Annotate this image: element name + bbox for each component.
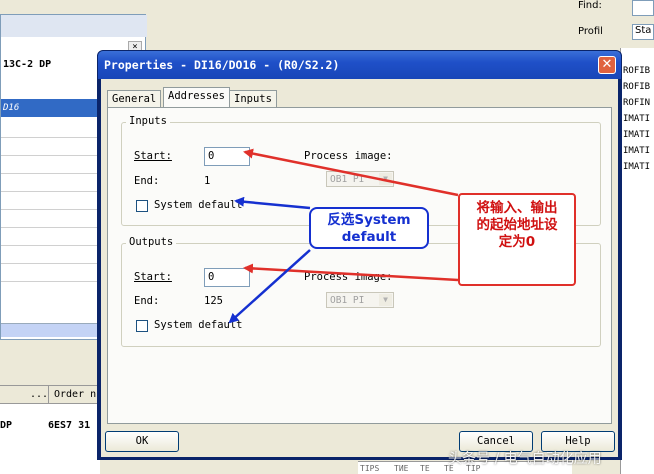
catalog-list: ROFIB ROFIB ROFIN IMATI IMATI IMATI IMAT… — [620, 48, 654, 474]
rack-table — [1, 119, 99, 319]
outputs-end-label: End: — [134, 295, 160, 307]
column-header[interactable]: Order n — [54, 389, 96, 400]
find-input[interactable] — [632, 0, 654, 16]
column-header[interactable]: ... — [30, 389, 48, 400]
inputs-system-default-checkbox[interactable] — [136, 200, 148, 212]
process-image-label: Process image: — [304, 271, 393, 283]
process-image-label: Process image: — [304, 150, 393, 162]
watermark: 头条号 / 电气自动化应用 — [448, 451, 602, 467]
process-image-select[interactable]: OB1 PI ▼ — [326, 171, 394, 187]
table-cell[interactable]: 6ES7 31 — [48, 420, 90, 431]
inputs-end-label: End: — [134, 175, 160, 187]
inputs-group-label: Inputs — [126, 115, 170, 127]
catalog-item[interactable]: ROFIB — [623, 82, 650, 92]
hardware-window-header-bar — [1, 15, 147, 37]
blue-callout: 反选System default — [309, 207, 429, 249]
rack-row-label[interactable]: 13C-2 DP — [3, 59, 51, 70]
process-image-value: OB1 PI — [330, 174, 365, 185]
inputs-start-field[interactable]: 0 — [204, 147, 250, 166]
outputs-start-field[interactable]: 0 — [204, 268, 250, 287]
outputs-end-value: 125 — [204, 295, 223, 307]
catalog-item[interactable]: IMATI — [623, 114, 650, 124]
catalog-item[interactable]: IMATI — [623, 130, 650, 140]
column-divider — [48, 386, 49, 404]
inputs-end-value: 1 — [204, 175, 211, 187]
outputs-system-default-checkbox[interactable] — [136, 320, 148, 332]
catalog-item[interactable]: IMATI — [623, 162, 650, 172]
tab-inputs[interactable]: Inputs — [229, 90, 277, 107]
module-table: ... Order n DP 6ES7 31 — [0, 385, 100, 474]
chevron-down-icon: ▼ — [379, 173, 392, 185]
inputs-system-default-label[interactable]: System default — [154, 199, 243, 211]
close-icon[interactable]: ✕ — [598, 56, 616, 74]
outputs-group-label: Outputs — [126, 236, 177, 248]
catalog-item[interactable]: IMATI — [623, 146, 650, 156]
rack-row-selected-label: D16 — [3, 103, 20, 113]
process-image-value: OB1 PI — [330, 295, 365, 306]
tab-addresses[interactable]: Addresses — [163, 87, 230, 107]
profile-label: Profil — [578, 26, 603, 37]
chevron-down-icon: ▼ — [379, 294, 392, 306]
ok-button[interactable]: OK — [105, 431, 179, 452]
table-cell: ТЕ — [420, 464, 430, 473]
catalog-item[interactable]: ROFIB — [623, 66, 650, 76]
outputs-system-default-label[interactable]: System default — [154, 319, 243, 331]
table-header: ... Order n — [0, 386, 100, 404]
horizontal-scrollbar[interactable] — [1, 323, 99, 337]
find-label: Find: — [578, 0, 602, 11]
dialog-title: Properties - DI16/DO16 - (R0/S2.2) — [104, 58, 340, 72]
catalog-item[interactable]: ROFIN — [623, 98, 650, 108]
dialog-title-bar[interactable]: Properties - DI16/DO16 - (R0/S2.2) ✕ — [98, 51, 621, 79]
table-cell[interactable]: DP — [0, 420, 12, 431]
table-cell: TIPS — [360, 464, 380, 473]
outputs-start-label: Start: — [134, 271, 172, 283]
red-callout: 将输入、输出的起始地址设定为0 — [458, 193, 576, 286]
profile-select[interactable]: Sta — [632, 24, 654, 40]
table-cell: ТИЕ — [394, 464, 409, 473]
tab-general[interactable]: General — [107, 90, 162, 107]
inputs-start-label: Start: — [134, 150, 172, 162]
process-image-select[interactable]: OB1 PI ▼ — [326, 292, 394, 308]
